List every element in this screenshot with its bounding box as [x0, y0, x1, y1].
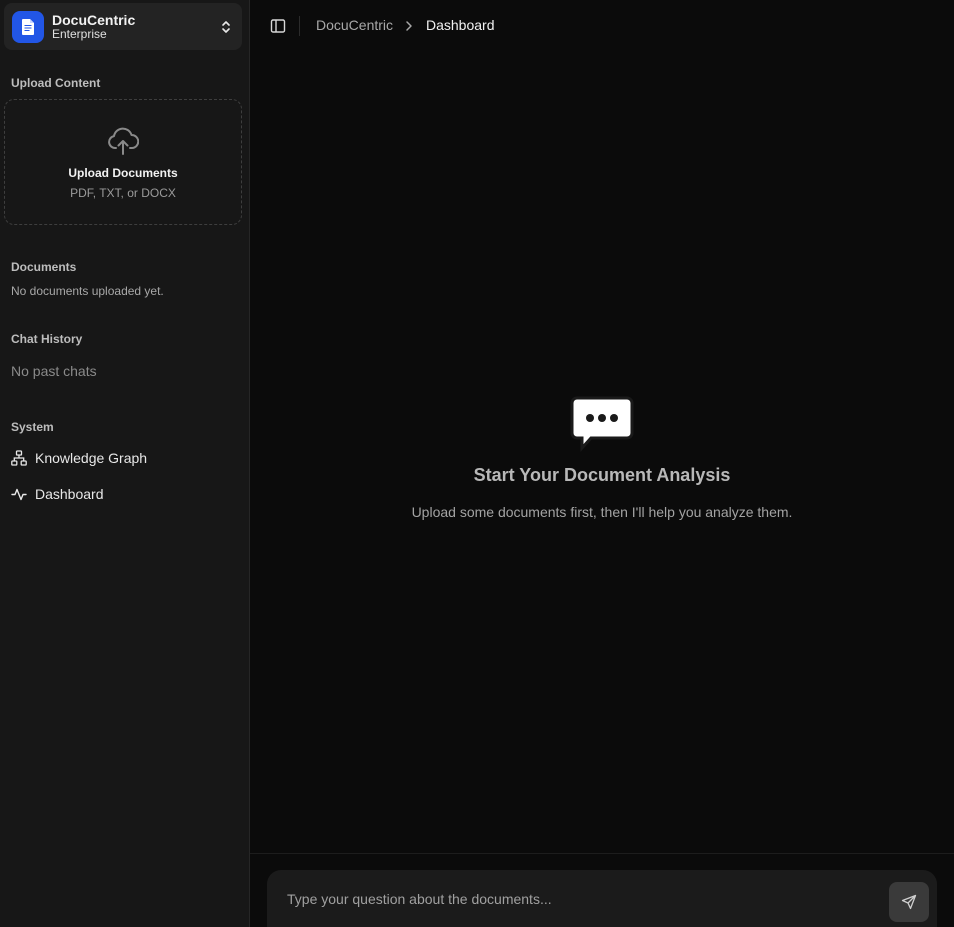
- upload-subtitle: PDF, TXT, or DOCX: [70, 186, 176, 200]
- empty-state: Start Your Document Analysis Upload some…: [250, 395, 954, 520]
- composer-divider: [250, 853, 954, 854]
- documents-section-label: Documents: [11, 260, 77, 274]
- nav-item-knowledge-graph[interactable]: Knowledge Graph: [4, 443, 242, 473]
- workspace-switcher[interactable]: DocuCentric Enterprise: [4, 3, 242, 50]
- workspace-text: DocuCentric Enterprise: [52, 12, 218, 42]
- sidebar-toggle-icon: [270, 19, 286, 33]
- upload-title: Upload Documents: [68, 166, 178, 180]
- cloud-upload-icon: [108, 127, 139, 155]
- send-button[interactable]: [889, 881, 929, 922]
- chevron-up-down-icon: [222, 20, 230, 33]
- network-icon: [11, 450, 27, 466]
- documents-empty-text: No documents uploaded yet.: [11, 284, 164, 298]
- chevron-right-icon: [406, 21, 412, 31]
- upload-section-label: Upload Content: [11, 76, 101, 90]
- upload-dropzone[interactable]: Upload Documents PDF, TXT, or DOCX: [4, 99, 242, 225]
- sidebar-toggle-button[interactable]: [267, 15, 289, 37]
- chat-composer: [267, 870, 937, 927]
- system-section-label: System: [11, 420, 54, 434]
- nav-item-label: Knowledge Graph: [35, 450, 148, 466]
- send-icon: [901, 894, 917, 909]
- workspace-subtitle: Enterprise: [52, 26, 107, 41]
- workspace-title: DocuCentric: [52, 11, 136, 28]
- breadcrumb-root-link[interactable]: DocuCentric: [316, 17, 393, 33]
- chat-history-empty-text: No past chats: [11, 363, 97, 379]
- document-icon: [12, 10, 44, 43]
- empty-state-subtitle: Upload some documents first, then I'll h…: [411, 504, 793, 520]
- nav-item-dashboard[interactable]: Dashboard: [4, 479, 242, 509]
- nav-item-label: Dashboard: [35, 486, 104, 502]
- topbar-divider: [299, 16, 300, 36]
- main-panel: DocuCentric Dashboard Start Your Documen…: [250, 0, 954, 927]
- chat-bubble-icon: [570, 396, 634, 452]
- chat-history-section-label: Chat History: [11, 332, 83, 346]
- question-input[interactable]: [267, 870, 889, 927]
- breadcrumb-current: Dashboard: [426, 17, 495, 33]
- app-root: DocuCentric Enterprise Upload Content Up…: [0, 0, 954, 927]
- sidebar: DocuCentric Enterprise Upload Content Up…: [0, 0, 250, 927]
- empty-state-title: Start Your Document Analysis: [473, 465, 731, 485]
- activity-icon: [11, 488, 27, 501]
- top-bar: DocuCentric Dashboard: [250, 0, 954, 52]
